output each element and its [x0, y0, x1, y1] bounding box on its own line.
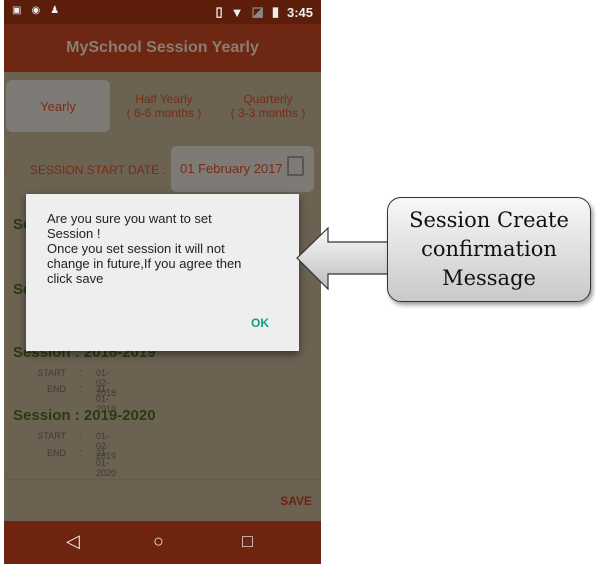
separator: : [80, 448, 83, 458]
start-label: START [37, 368, 66, 378]
end-label: END [46, 448, 66, 458]
date-picker[interactable]: 01 February 2017 [171, 146, 314, 192]
session-title: Session : 2019-2020 [13, 407, 156, 424]
news-icon: ◉ [31, 5, 41, 16]
separator: : [80, 431, 83, 441]
annotation-callout: Session Create confirmation Message [387, 197, 591, 302]
ok-button[interactable]: OK [251, 316, 269, 330]
date-value: 01 February 2017 [180, 161, 283, 176]
android-icon: ♟ [50, 5, 60, 16]
tab-label: Half Yearly [135, 92, 193, 106]
tab-sublabel: ( 6-6 months ) [126, 106, 202, 120]
image-icon: ▣ [12, 5, 22, 16]
confirmation-dialog: Are you sure you want to set Session ! O… [26, 194, 299, 351]
tab-yearly[interactable]: Yearly [6, 80, 110, 132]
navigation-bar: ◁ ○ □ [4, 521, 321, 564]
thumb-pointer-icon: ☞ [4, 161, 18, 178]
tab-label: Quarterly [243, 92, 293, 106]
clock: 3:45 [286, 4, 313, 20]
home-icon[interactable]: ○ [153, 531, 164, 552]
no-sim-icon: ◪ [251, 4, 264, 19]
status-bar: ▣ ◉ ♟ ▯ ▼ ◪ ▮ 3:45 [4, 0, 321, 24]
tab-sublabel: ( 3-3 months ) [230, 106, 306, 120]
save-button[interactable]: SAVE [280, 494, 312, 508]
wifi-icon: ▼ [230, 4, 244, 20]
tab-quarterly[interactable]: Quarterly( 3-3 months ) [218, 80, 318, 132]
tab-label: Yearly [40, 98, 76, 114]
app-bar-title: MySchool Session Yearly [4, 24, 321, 72]
back-icon[interactable]: ◁ [66, 531, 80, 552]
divider [4, 479, 321, 480]
calendar-icon[interactable] [287, 156, 304, 176]
end-label: END [46, 384, 66, 394]
callout-arrow-icon [296, 226, 390, 291]
recents-icon[interactable]: □ [242, 531, 253, 552]
session-start-date-label: SESSION START DATE : [30, 163, 166, 177]
tab-half-yearly[interactable]: Half Yearly( 6-6 months ) [114, 80, 214, 132]
end-value: 31-01-2020 [96, 448, 117, 478]
start-label: START [37, 431, 66, 441]
session-start-date-row: ☞ SESSION START DATE : 01 February 2017 [4, 146, 321, 192]
dialog-message: Are you sure you want to set Session ! O… [47, 211, 242, 286]
separator: : [80, 384, 83, 394]
vibrate-icon: ▯ [215, 4, 223, 19]
battery-charging-icon: ▮ [271, 4, 279, 19]
separator: : [80, 368, 83, 378]
